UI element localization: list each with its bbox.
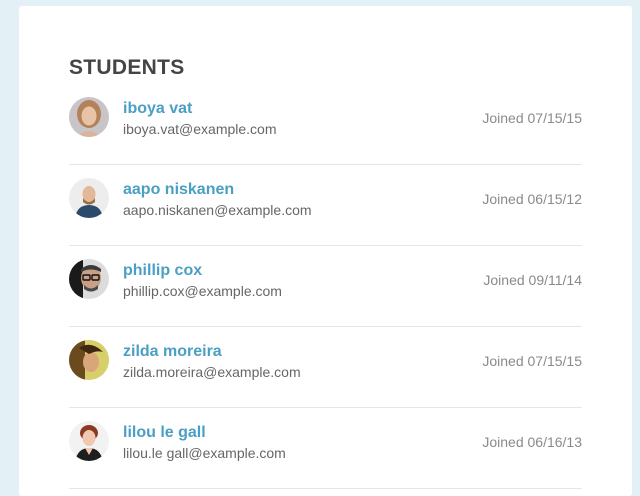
student-email: iboya.vat@example.com (123, 121, 277, 137)
joined-date: Joined 09/11/14 (483, 272, 582, 288)
avatar-man-glasses-icon[interactable] (69, 259, 109, 299)
student-name-link[interactable]: phillip cox (123, 262, 202, 280)
student-name-link[interactable]: iboya vat (123, 100, 192, 118)
student-name-link[interactable]: zilda moreira (123, 343, 222, 361)
student-email: lilou.le gall@example.com (123, 445, 286, 461)
student-row[interactable]: lilou le gall lilou.le gall@example.com … (69, 408, 582, 489)
section-title: STUDENTS (69, 56, 185, 79)
student-list: iboya vat iboya.vat@example.com Joined 0… (69, 84, 582, 489)
joined-date: Joined 07/15/15 (482, 353, 582, 369)
joined-date: Joined 06/16/13 (482, 434, 582, 450)
avatar-woman-icon[interactable] (69, 97, 109, 137)
student-email: phillip.cox@example.com (123, 283, 282, 299)
student-name-link[interactable]: lilou le gall (123, 424, 206, 442)
students-card: STUDENTS iboya vat iboya.vat@example.com… (19, 6, 632, 496)
joined-date: Joined 06/15/12 (482, 191, 582, 207)
student-row[interactable]: zilda moreira zilda.moreira@example.com … (69, 327, 582, 408)
student-row[interactable]: phillip cox phillip.cox@example.com Join… (69, 246, 582, 327)
student-row[interactable]: iboya vat iboya.vat@example.com Joined 0… (69, 84, 582, 165)
student-name-link[interactable]: aapo niskanen (123, 181, 234, 199)
student-email: zilda.moreira@example.com (123, 364, 301, 380)
student-row[interactable]: aapo niskanen aapo.niskanen@example.com … (69, 165, 582, 246)
avatar-man-icon[interactable] (69, 178, 109, 218)
avatar-woman-icon[interactable] (69, 421, 109, 461)
avatar-woman-icon[interactable] (69, 340, 109, 380)
student-email: aapo.niskanen@example.com (123, 202, 312, 218)
joined-date: Joined 07/15/15 (482, 110, 582, 126)
